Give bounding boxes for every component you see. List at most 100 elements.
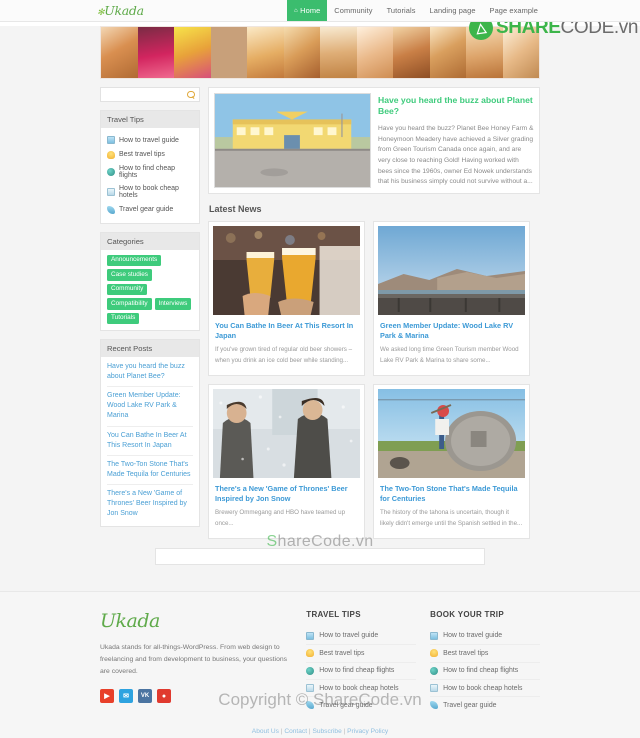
footer-logo[interactable]: Ukada (100, 610, 292, 632)
news-card[interactable]: There's a New 'Game of Thrones' Beer Ins… (208, 383, 365, 539)
hero-banner (100, 26, 540, 79)
widget-title-categories: Categories (101, 232, 199, 250)
news-card[interactable]: You Can Bathe In Beer At This Resort In … (208, 221, 365, 376)
category-tag[interactable]: Community (107, 283, 148, 296)
guide-icon (430, 631, 439, 640)
featured-post-title[interactable]: Have you heard the buzz about Planet Bee… (378, 95, 534, 118)
category-tag[interactable]: Announcements (107, 254, 162, 267)
category-tag[interactable]: Interviews (154, 298, 192, 310)
nav-item-landing-page[interactable]: Landing page (423, 0, 483, 21)
globe-icon (107, 167, 115, 176)
page-body: Travel Tips How to travel guide Best tra… (0, 26, 640, 591)
footer-link-item[interactable]: Travel gear guide (430, 697, 540, 713)
section-title-latest-news: Latest News (209, 204, 262, 214)
footer-column-travel-tips: TRAVEL TIPS How to travel guide Best tra… (306, 609, 417, 714)
logo-mark: U (104, 3, 115, 18)
guide-icon (306, 631, 315, 640)
hotel-icon (306, 684, 315, 693)
site-footer: Ukada Ukada stands for all-things-WordPr… (0, 590, 640, 724)
gear-bag-icon (107, 205, 115, 214)
news-card-image (378, 226, 525, 315)
sidebar-tip-item[interactable]: Best travel tips (107, 147, 193, 161)
recent-post-link[interactable]: Have you heard the buzz about Planet Bee… (107, 358, 193, 388)
footer-link-item[interactable]: How to travel guide (430, 628, 540, 646)
news-card-image (213, 388, 360, 478)
footer-link-item[interactable]: How to travel guide (306, 628, 417, 646)
news-card-title[interactable]: You Can Bathe In Beer At This Resort In … (215, 321, 358, 341)
category-tag[interactable]: Tutorials (107, 312, 140, 324)
news-card[interactable]: The Two-Ton Stone That's Made Tequila fo… (373, 383, 530, 539)
link-contact[interactable]: Contact (284, 728, 307, 735)
gear-bag-icon (430, 701, 439, 710)
widget-recent-posts: Recent Posts Have you heard the buzz abo… (100, 338, 200, 527)
news-card[interactable]: Green Member Update: Wood Lake RV Park &… (373, 221, 530, 376)
nav-item-page-example[interactable]: Page example (483, 0, 545, 21)
home-icon: ⌂ (293, 7, 298, 14)
footer-link-item[interactable]: How to find cheap flights (430, 663, 540, 680)
recent-post-link[interactable]: There's a New 'Game of Thrones' Beer Ins… (107, 485, 193, 523)
widget-title-travel-tips: Travel Tips (101, 111, 199, 128)
site-logo[interactable]: ✻Ukada (0, 0, 200, 21)
lightbulb-icon (107, 150, 115, 159)
search-input[interactable] (100, 87, 200, 102)
widget-travel-tips: Travel Tips How to travel guide Best tra… (100, 110, 200, 224)
footer-link-item[interactable]: Best travel tips (430, 645, 540, 663)
featured-post-excerpt: Have you heard the buzz? Planet Bee Hone… (378, 124, 534, 186)
footer-link-item[interactable]: Travel gear guide (306, 697, 416, 713)
news-card-excerpt: We asked long time Green Tourism member … (380, 346, 519, 364)
widget-categories: Categories Announcements Case studies Co… (100, 231, 200, 331)
news-card-excerpt: If you've grown tired of regular old bee… (215, 346, 353, 364)
news-card-image (378, 388, 525, 478)
recent-post-link[interactable]: You Can Bathe In Beer At This Resort In … (107, 427, 193, 456)
news-card-title[interactable]: Green Member Update: Wood Lake RV Park &… (380, 321, 523, 341)
gear-bag-icon (306, 701, 315, 710)
twitter-icon[interactable]: ✉ (119, 689, 133, 704)
footer-link-item[interactable]: Best travel tips (306, 645, 417, 663)
reddit-icon[interactable]: ● (157, 689, 171, 704)
sidebar-tip-item[interactable]: How to travel guide (107, 133, 193, 147)
footer-logo-mark: U (100, 609, 116, 632)
logo-text: ✻Ukada (97, 3, 144, 18)
recent-post-link[interactable]: Green Member Update: Wood Lake RV Park &… (107, 387, 193, 427)
footer-link-item[interactable]: How to find cheap flights (306, 663, 417, 680)
news-card-excerpt: The history of the tahona is uncertain, … (380, 509, 523, 527)
footer-brand: Ukada Ukada stands for all-things-WordPr… (100, 610, 292, 704)
main-nav: ⌂ Home Community Tutorials Landing page P… (286, 0, 640, 21)
site-header: ✻Ukada ⌂ Home Community Tutorials Landing… (0, 0, 640, 22)
link-about-us[interactable]: About Us (252, 728, 279, 735)
footer-description: Ukada stands for all-things-WordPress. F… (100, 643, 288, 675)
news-grid: You Can Bathe In Beer At This Resort In … (208, 221, 540, 539)
nav-item-tutorials[interactable]: Tutorials (380, 0, 423, 21)
featured-post[interactable]: Have you heard the buzz about Planet Bee… (208, 87, 540, 194)
content-area: Have you heard the buzz about Planet Bee… (208, 87, 540, 539)
lightbulb-icon (430, 649, 439, 658)
footer-link-item[interactable]: How to book cheap hotels (430, 680, 540, 698)
search-icon (187, 90, 195, 99)
news-card-title[interactable]: There's a New 'Game of Thrones' Beer Ins… (215, 484, 358, 504)
footer-column-book-your-trip: BOOK YOUR TRIP How to travel guide Best … (430, 610, 540, 714)
bottom-bar: About Us | Contact | Subscribe | Privacy… (0, 723, 640, 738)
category-tag[interactable]: Compatibility (107, 298, 152, 310)
nav-item-community[interactable]: Community (327, 0, 379, 21)
sidebar-tip-item[interactable]: Travel gear guide (107, 203, 193, 217)
youtube-icon[interactable]: ▶ (100, 689, 114, 704)
hotel-icon (430, 684, 439, 693)
recent-post-link[interactable]: The Two-Ton Stone That's Made Tequila fo… (107, 456, 193, 486)
sidebar-tip-item[interactable]: How to find cheap flights (107, 162, 193, 182)
news-card-image (213, 226, 360, 315)
hotel-icon (107, 188, 115, 197)
social-links: ▶ ✉ VK ● (100, 689, 292, 704)
footer-link-item[interactable]: How to book cheap hotels (306, 680, 417, 698)
widget-title-recent-posts: Recent Posts (101, 339, 199, 357)
vk-icon[interactable]: VK (138, 689, 152, 704)
link-privacy-policy[interactable]: Privacy Policy (347, 728, 388, 735)
news-card-title[interactable]: The Two-Ton Stone That's Made Tequila fo… (380, 484, 523, 504)
footer-column-title: TRAVEL TIPS (306, 609, 361, 619)
category-tag-list: Announcements Case studies Community Com… (107, 254, 193, 324)
nav-item-home[interactable]: ⌂ Home (286, 0, 328, 21)
featured-post-image (214, 93, 371, 188)
category-tag[interactable]: Case studies (107, 269, 152, 281)
sidebar-tip-item[interactable]: How to book cheap hotels (107, 182, 193, 202)
link-subscribe[interactable]: Subscribe (312, 728, 341, 735)
